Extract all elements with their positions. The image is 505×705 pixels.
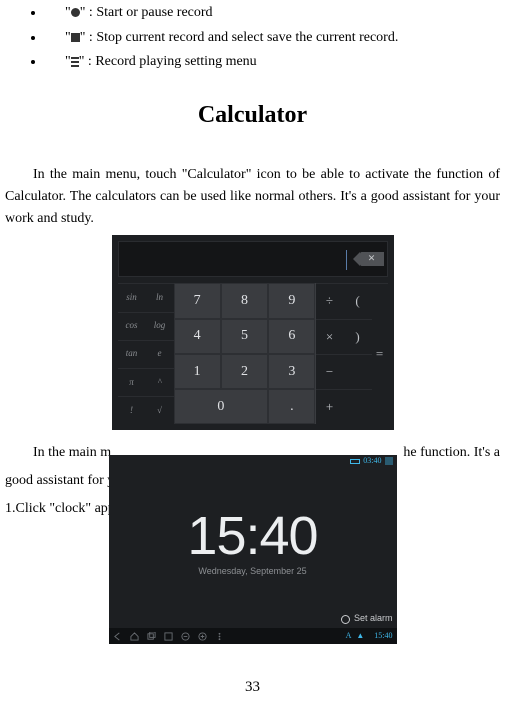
bullet-settings: " " : Record playing setting menu bbox=[27, 51, 500, 73]
quote-open: " bbox=[65, 2, 71, 24]
calc-key-eq: = bbox=[372, 283, 388, 424]
calc-key-1: 1 bbox=[174, 354, 221, 389]
calc-key-7: 7 bbox=[174, 283, 221, 318]
calc-paren-column: ( ) bbox=[344, 283, 372, 424]
calc-operator-column: ÷ × − + bbox=[316, 283, 344, 424]
calculator-heading: Calculator bbox=[5, 97, 500, 134]
set-alarm-label: Set alarm bbox=[354, 612, 393, 626]
calc-key-lparen: ( bbox=[344, 283, 372, 318]
calc-key-e: e bbox=[146, 340, 174, 368]
screenshot-indicator-icon bbox=[385, 457, 393, 465]
bullet-dot bbox=[31, 36, 35, 40]
calc-display: ✕ bbox=[118, 241, 388, 277]
calc-key-blank2 bbox=[344, 389, 372, 424]
bullet-text-2: " : Stop current record and select save … bbox=[80, 27, 399, 49]
calc-fn-column: sin ln cos log tan e π ^ ! √ bbox=[118, 283, 174, 424]
calc-key-plus: + bbox=[316, 389, 344, 424]
set-alarm-row: Set alarm bbox=[341, 612, 393, 626]
calc-key-dot: . bbox=[268, 389, 315, 424]
calc-key-fac: ! bbox=[118, 396, 146, 424]
calc-key-mul: × bbox=[316, 319, 344, 354]
clock-screenshot: 03:40 15:40 Wednesday, September 25 Set … bbox=[109, 455, 397, 644]
calculator-screenshot: ✕ sin ln cos log tan e π ^ ! √ 7 8 9 4 5… bbox=[112, 235, 394, 430]
bullet-start-pause: " " : Start or pause record bbox=[27, 2, 500, 24]
record-icon bbox=[71, 8, 80, 17]
back-icon bbox=[113, 632, 122, 641]
calc-key-blank1 bbox=[344, 354, 372, 389]
clock-nav-bar: A ▲ 15:40 bbox=[109, 628, 397, 644]
battery-icon bbox=[350, 459, 360, 464]
calc-key-sqrt: √ bbox=[146, 396, 174, 424]
calculator-intro: In the main menu, touch "Calculator" ico… bbox=[5, 164, 500, 229]
screenshot-icon bbox=[164, 632, 173, 641]
bullet-dot bbox=[31, 11, 35, 15]
clock-status-bar: 03:40 bbox=[109, 455, 397, 467]
bullet-text-3: " : Record playing setting menu bbox=[79, 51, 257, 73]
calc-key-pi: π bbox=[118, 368, 146, 396]
calc-equals-column: = bbox=[372, 283, 388, 424]
calc-keypad: sin ln cos log tan e π ^ ! √ 7 8 9 4 5 6… bbox=[118, 283, 388, 424]
vol-down-icon bbox=[181, 632, 190, 641]
backspace-icon: ✕ bbox=[360, 252, 384, 266]
page-number: 33 bbox=[0, 676, 505, 699]
calc-key-minus: − bbox=[316, 354, 344, 389]
calc-key-rparen: ) bbox=[344, 319, 372, 354]
calc-key-6: 6 bbox=[268, 319, 315, 354]
nav-time: 15:40 bbox=[374, 630, 392, 642]
calc-key-ln: ln bbox=[146, 283, 174, 311]
calc-key-3: 3 bbox=[268, 354, 315, 389]
vol-up-icon bbox=[198, 632, 207, 641]
calc-key-div: ÷ bbox=[316, 283, 344, 318]
calc-key-2: 2 bbox=[221, 354, 268, 389]
calc-key-5: 5 bbox=[221, 319, 268, 354]
menu-dots-icon bbox=[215, 632, 224, 641]
calc-number-pad: 7 8 9 4 5 6 1 2 3 0 . bbox=[174, 283, 316, 424]
alarm-clock-icon bbox=[341, 615, 350, 624]
clock-frag-1a: In the main m bbox=[5, 442, 111, 464]
calc-key-0: 0 bbox=[174, 389, 269, 424]
calc-cursor bbox=[346, 250, 347, 270]
notif-a-icon: A bbox=[346, 630, 352, 642]
recents-icon bbox=[147, 632, 156, 641]
calc-key-log: log bbox=[146, 312, 174, 340]
calc-key-8: 8 bbox=[221, 283, 268, 318]
record-icon-bullets: " " : Start or pause record " " : Stop c… bbox=[27, 2, 500, 73]
calc-key-pow: ^ bbox=[146, 368, 174, 396]
bullet-text-1: " : Start or pause record bbox=[80, 2, 213, 24]
clock-date: Wednesday, September 25 bbox=[109, 565, 397, 579]
wifi-icon: ▲ bbox=[356, 630, 364, 642]
nav-left bbox=[113, 632, 224, 641]
status-time: 03:40 bbox=[363, 455, 381, 467]
calc-key-4: 4 bbox=[174, 319, 221, 354]
nav-right: A ▲ 15:40 bbox=[346, 630, 393, 642]
calc-key-9: 9 bbox=[268, 283, 315, 318]
calc-key-cos: cos bbox=[118, 312, 146, 340]
bullet-stop: " " : Stop current record and select sav… bbox=[27, 27, 500, 49]
home-icon bbox=[130, 632, 139, 641]
calc-key-sin: sin bbox=[118, 283, 146, 311]
calc-key-tan: tan bbox=[118, 340, 146, 368]
menu-icon bbox=[71, 57, 79, 67]
bullet-dot bbox=[31, 60, 35, 64]
stop-icon bbox=[71, 33, 80, 42]
